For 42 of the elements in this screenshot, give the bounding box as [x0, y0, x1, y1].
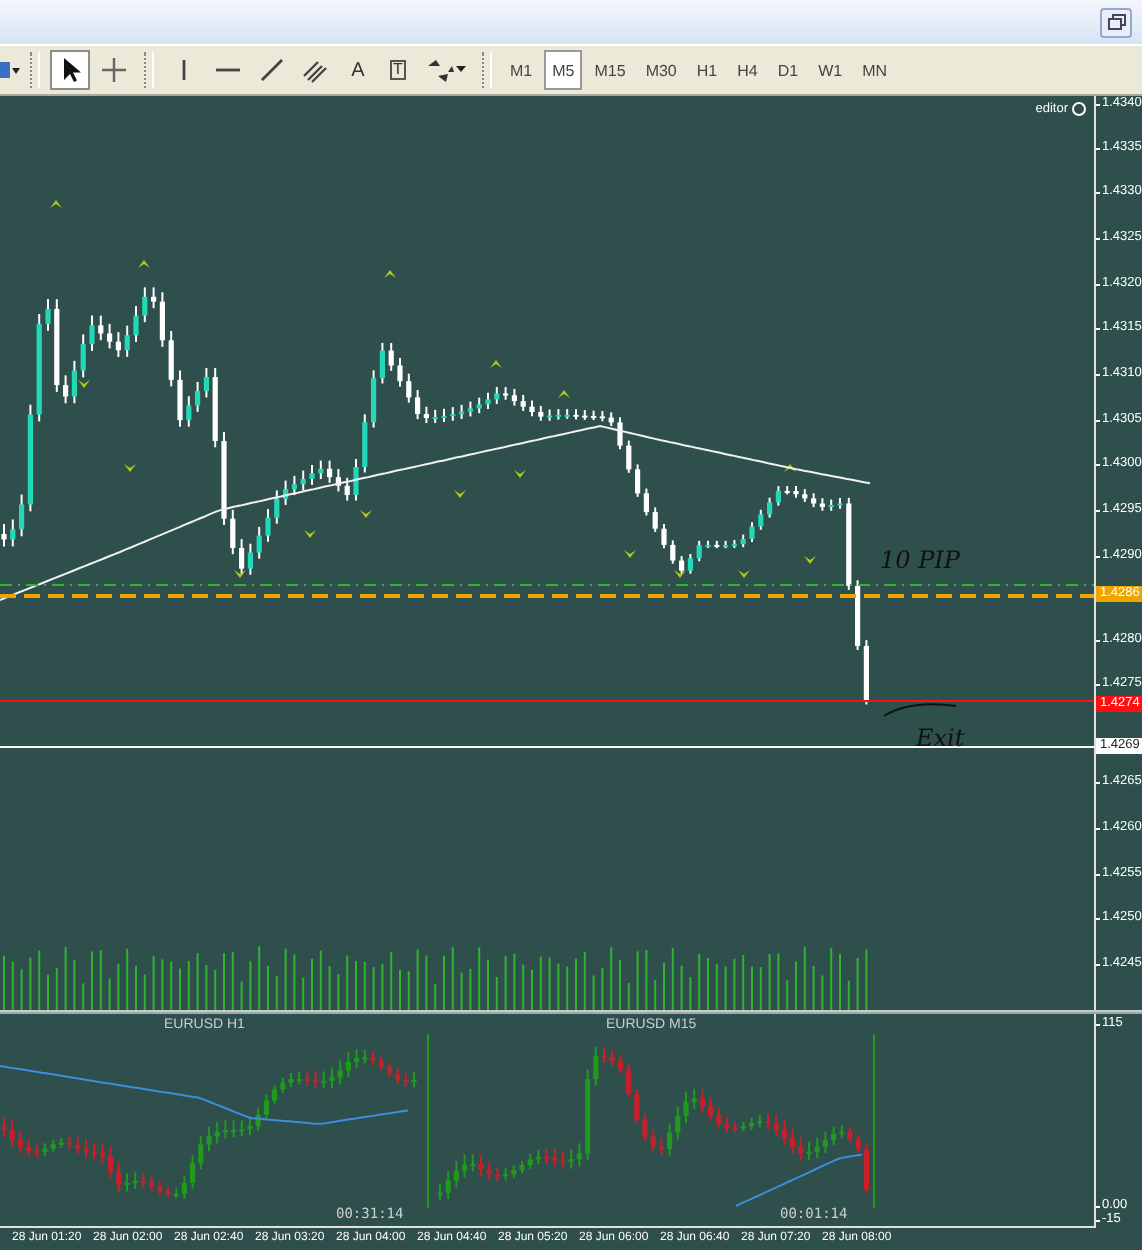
fractal-marker: [360, 510, 372, 518]
fractal-marker: [490, 360, 502, 368]
text-tool-button[interactable]: A: [340, 50, 376, 90]
timeframe-button[interactable]: M15: [586, 50, 634, 90]
indicator-line: [735, 1153, 863, 1207]
status-circle-icon: [1072, 102, 1086, 116]
timeframe-button[interactable]: M5: [544, 50, 583, 90]
label-tool-button[interactable]: T: [380, 50, 416, 90]
arrows-icon: [426, 56, 454, 84]
fractal-marker: [50, 200, 62, 208]
fractal-marker: [384, 270, 396, 278]
fractal-marker: [138, 260, 150, 268]
timeframe-button[interactable]: M30: [637, 50, 685, 90]
timeframe-button[interactable]: W1: [810, 50, 851, 90]
timeframe-button[interactable]: MN: [854, 50, 896, 90]
annotation-stroke: [883, 703, 957, 717]
channel-icon: [302, 56, 330, 84]
restore-button[interactable]: [1100, 7, 1132, 37]
fractal-marker: [124, 464, 136, 472]
chart-icon: [0, 58, 20, 82]
trendline-icon: [258, 56, 286, 84]
timeframe-button[interactable]: D1: [769, 50, 807, 90]
timeframe-button[interactable]: M1: [502, 50, 541, 90]
fractal-marker: [78, 380, 90, 388]
chart-annotation: Exit: [916, 724, 965, 752]
fractal-marker: [454, 490, 466, 498]
fractal-marker: [784, 464, 796, 472]
tool-button[interactable]: [50, 50, 90, 90]
fractal-marker: [558, 390, 570, 398]
fractal-marker: [234, 570, 246, 578]
fractal-marker: [804, 556, 816, 564]
fractal-marker: [304, 530, 316, 538]
crosshair-icon: [100, 56, 128, 84]
fractal-marker: [514, 470, 526, 478]
fractal-marker: [674, 570, 686, 578]
caret-icon: [456, 66, 466, 74]
timeframe-button[interactable]: H4: [729, 50, 766, 90]
fractal-marker: [624, 550, 636, 558]
chart-annotation: 10 PIP: [880, 546, 960, 574]
timeframe-button[interactable]: H1: [688, 50, 726, 90]
restore-icon: [1107, 14, 1125, 30]
fractal-marker: [738, 570, 750, 578]
